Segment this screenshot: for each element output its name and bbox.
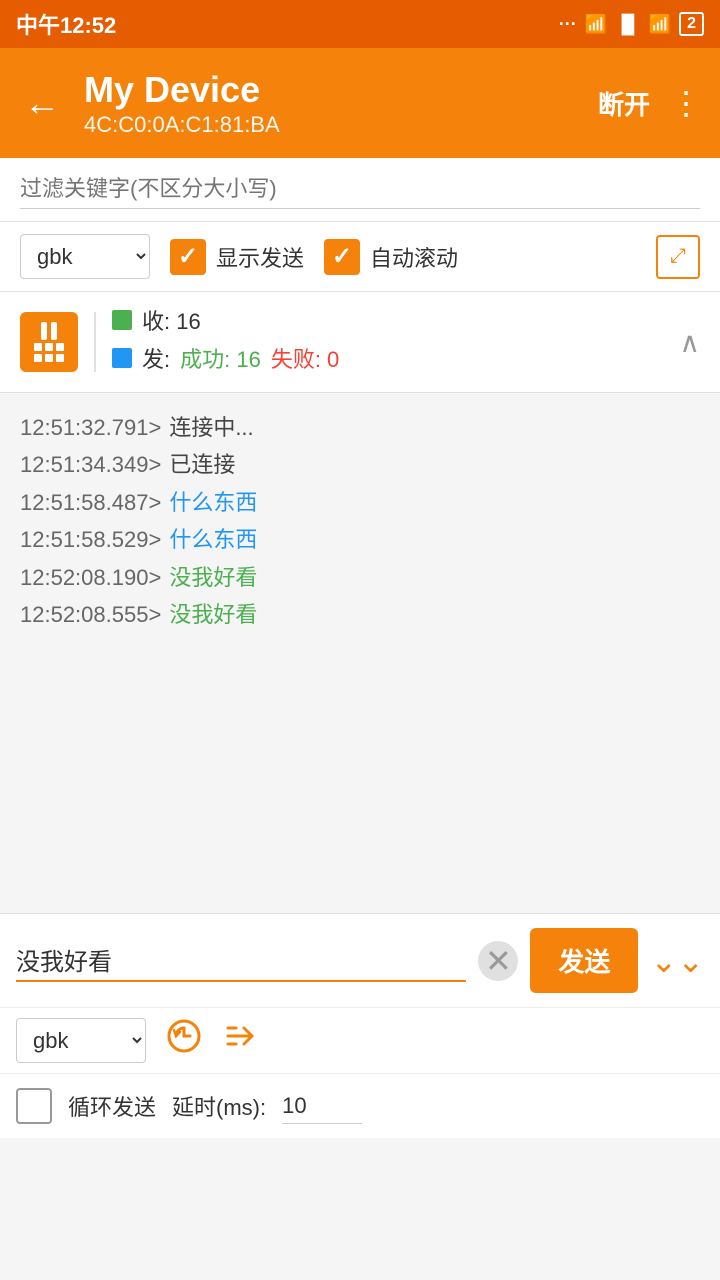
show-send-checkbox[interactable] [170,239,206,275]
loop-label: 循环发送 [68,1090,156,1122]
receive-label: 收: 16 [142,304,201,336]
log-message: 什么东西 [169,484,257,521]
log-area: 12:51:32.791>连接中...12:51:34.349>已连接12:51… [0,393,720,913]
log-message: 没我好看 [169,596,257,633]
delay-label: 延时(ms): [172,1090,266,1122]
menu-button[interactable]: ⋮ [670,84,704,122]
toolbar-title: My Device 4C:C0:0A:C1:81:BA [84,68,582,137]
status-icons: ··· 📶 ▐▌ 📶 2 [559,12,704,36]
arrow-down-button[interactable]: ⌄⌄ [650,942,704,980]
signal-dots-icon: ··· [559,14,577,35]
toolbar: ← My Device 4C:C0:0A:C1:81:BA 断开 ⋮ [0,48,720,158]
send-history-button[interactable] [222,1018,258,1063]
signal-icon: ▐▌ [615,14,641,35]
toolbar-actions: 断开 ⋮ [598,84,704,122]
history-button[interactable] [166,1018,202,1063]
status-bar: 中午12:52 ··· 📶 ▐▌ 📶 2 [0,0,720,48]
send-stat: 发: 成功: 16 失败: 0 [112,342,664,374]
log-message: 没我好看 [169,559,257,596]
auto-scroll-checkbox[interactable] [324,239,360,275]
log-line: 12:51:58.529>什么东西 [20,521,700,558]
controls-row: gbk utf-8 ascii 显示发送 自动滚动 ⤢ [0,222,720,292]
input-row: ✕ 发送 ⌄⌄ [0,914,720,1008]
send-indicator [112,348,132,368]
bluetooth-icon: 📶 [585,14,607,35]
log-timestamp: 12:52:08.555> [20,596,161,633]
log-line: 12:51:58.487>什么东西 [20,484,700,521]
loop-checkbox[interactable] [16,1088,52,1124]
expand-icon: ⤢ [670,245,686,268]
log-message: 连接中... [169,409,253,446]
back-button[interactable]: ← [16,74,68,132]
receive-stat: 收: 16 [112,304,664,336]
show-send-label: 显示发送 [216,241,304,273]
clear-input-button[interactable]: ✕ [478,941,518,981]
send-label: 发: [142,342,170,374]
log-timestamp: 12:52:08.190> [20,559,161,596]
expand-button[interactable]: ⤢ [656,235,700,279]
stats-info: 收: 16 发: 成功: 16 失败: 0 [112,304,664,380]
stats-row: 收: 16 发: 成功: 16 失败: 0 ∧ [0,292,720,393]
auto-scroll-group: 自动滚动 [324,239,458,275]
pause-icon [41,322,57,340]
pause-clear-button[interactable] [20,312,78,372]
success-label: 成功: 16 [180,342,261,374]
log-timestamp: 12:51:58.487> [20,484,161,521]
fail-label: 失败: 0 [271,342,339,374]
log-timestamp: 12:51:32.791> [20,409,161,446]
log-message: 什么东西 [169,521,257,558]
filter-input[interactable] [20,170,700,209]
device-name: My Device [84,68,582,111]
log-line: 12:52:08.190>没我好看 [20,559,700,596]
filter-row [0,158,720,222]
receive-indicator [112,310,132,330]
bottom-encoding-select[interactable]: gbk utf-8 ascii [16,1018,146,1063]
status-time: 中午12:52 [16,8,116,40]
encoding-select[interactable]: gbk utf-8 ascii [20,234,150,279]
log-message: 已连接 [169,446,235,483]
log-line: 12:52:08.555>没我好看 [20,596,700,633]
disconnect-button[interactable]: 断开 [598,85,650,122]
log-timestamp: 12:51:58.529> [20,521,161,558]
loop-row: 循环发送 延时(ms): [0,1074,720,1138]
send-button[interactable]: 发送 [530,928,638,993]
log-line: 12:51:34.349>已连接 [20,446,700,483]
stats-divider [94,312,96,372]
device-mac: 4C:C0:0A:C1:81:BA [84,112,582,138]
show-send-group: 显示发送 [170,239,304,275]
battery-icon: 2 [679,12,704,36]
log-line: 12:51:32.791>连接中... [20,409,700,446]
message-input[interactable] [16,940,466,982]
collapse-button[interactable]: ∧ [680,326,701,359]
log-timestamp: 12:51:34.349> [20,446,161,483]
bottom-area: ✕ 发送 ⌄⌄ gbk utf-8 ascii [0,913,720,1138]
clear-icon [34,343,64,362]
bottom-controls: gbk utf-8 ascii [0,1008,720,1074]
auto-scroll-label: 自动滚动 [370,241,458,273]
wifi-icon: 📶 [649,14,671,35]
delay-input[interactable] [282,1089,362,1124]
